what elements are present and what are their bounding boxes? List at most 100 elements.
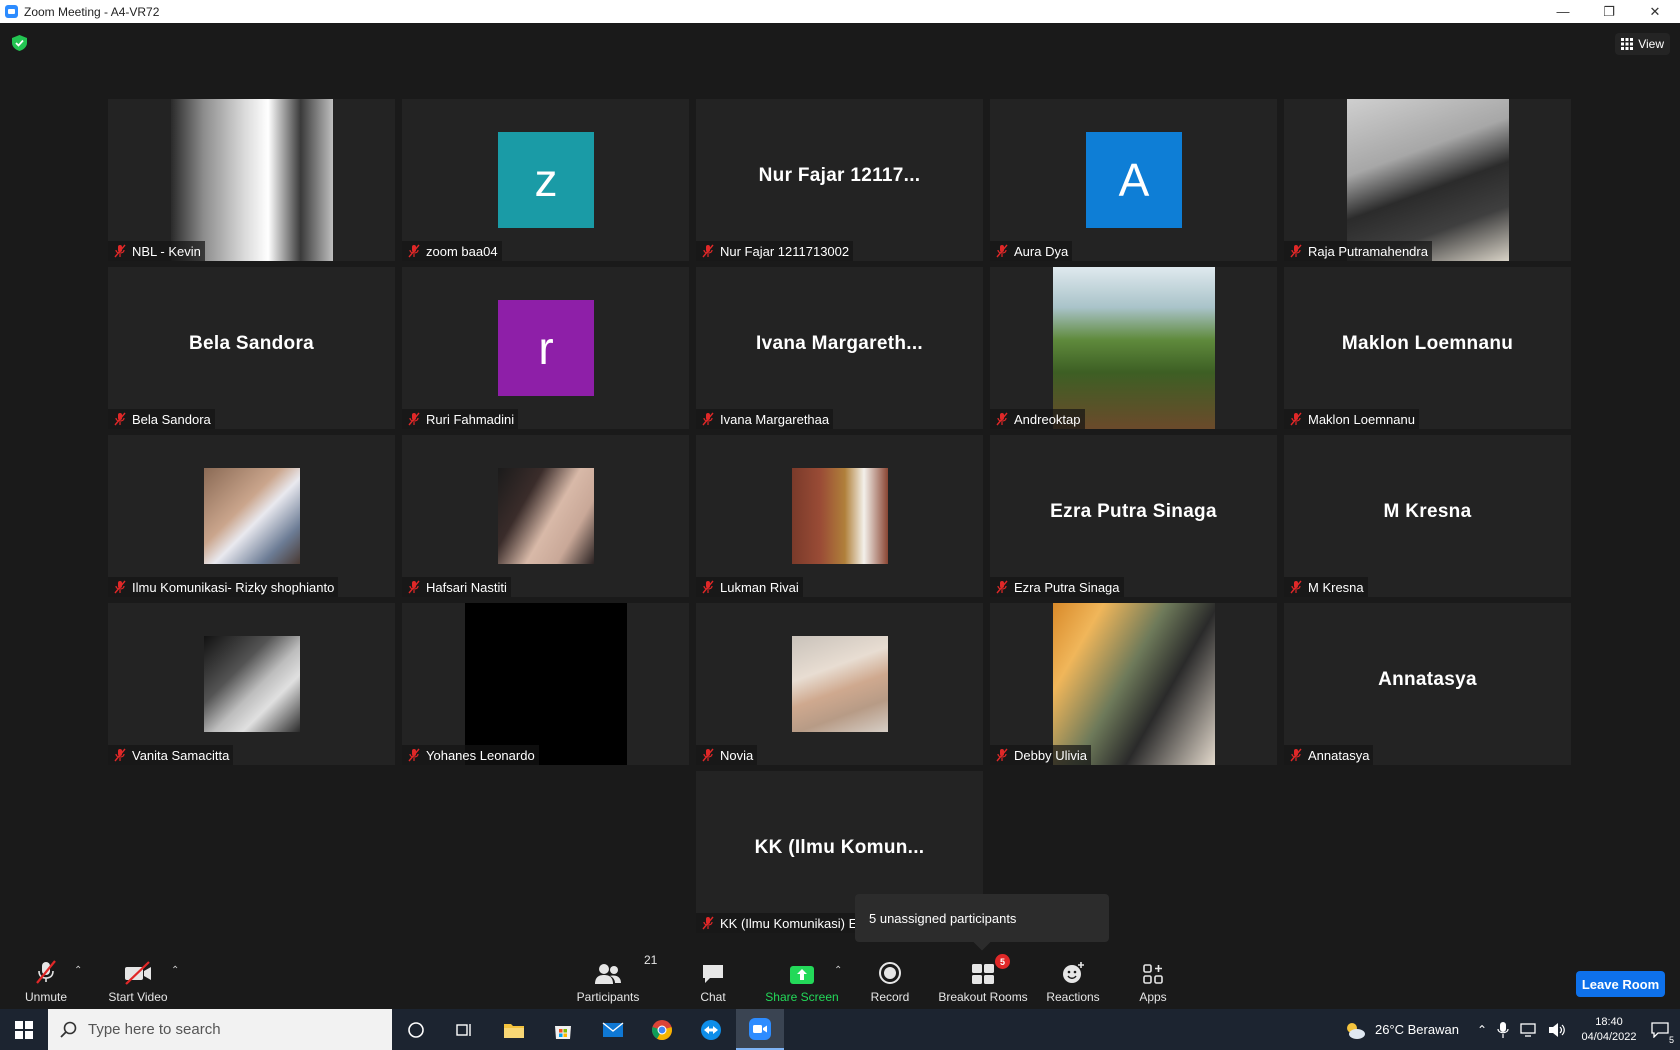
participant-tile[interactable]: A Aura Dya bbox=[990, 99, 1277, 261]
participant-display-name: Nur Fajar 12117... bbox=[758, 165, 921, 186]
participant-tile[interactable]: r Ruri Fahmadini bbox=[402, 267, 689, 429]
taskbar-search-box[interactable]: Type here to search bbox=[48, 1009, 392, 1050]
show-hidden-icons-chevron-icon[interactable]: ⌃ bbox=[1477, 1023, 1487, 1037]
unmute-label: Unmute bbox=[24, 990, 68, 1004]
participant-name-label: Raja Putramahendra bbox=[1284, 241, 1432, 261]
participant-tile[interactable]: Bela Sandora Bela Sandora bbox=[108, 267, 395, 429]
participant-tile[interactable]: Ivana Margareth... Ivana Margarethaa bbox=[696, 267, 983, 429]
leave-room-button[interactable]: Leave Room bbox=[1576, 971, 1665, 997]
mic-muted-icon bbox=[114, 748, 126, 762]
search-icon bbox=[60, 1021, 77, 1038]
mic-muted-icon bbox=[702, 580, 714, 594]
participant-tile[interactable]: Ezra Putra Sinaga Ezra Putra Sinaga bbox=[990, 435, 1277, 597]
participant-name-label: Hafsari Nastiti bbox=[402, 577, 511, 597]
weather-text[interactable]: 26°C Berawan bbox=[1375, 1022, 1459, 1037]
participant-display-name: Annatasya bbox=[1378, 669, 1477, 690]
audio-options-chevron-icon[interactable]: ⌃ bbox=[74, 965, 82, 976]
file-explorer-icon[interactable] bbox=[490, 1009, 538, 1050]
network-icon[interactable] bbox=[1520, 1022, 1538, 1037]
participant-tile[interactable]: Nur Fajar 12117... Nur Fajar 1211713002 bbox=[696, 99, 983, 261]
participant-tile[interactable]: Debby Ulivia bbox=[990, 603, 1277, 765]
participant-tile[interactable]: Annatasya Annatasya bbox=[1284, 603, 1571, 765]
meeting-area: View NBL - Kevin z zoom baa04 Nur Fajar 121… bbox=[0, 23, 1680, 951]
mic-muted-icon bbox=[996, 412, 1008, 426]
participant-tile[interactable]: Maklon Loemnanu Maklon Loemnanu bbox=[1284, 267, 1571, 429]
participant-tile[interactable]: Andreoktap bbox=[990, 267, 1277, 429]
volume-icon[interactable] bbox=[1548, 1022, 1566, 1038]
video-options-chevron-icon[interactable]: ⌃ bbox=[171, 965, 179, 976]
participant-avatar: r bbox=[498, 300, 594, 396]
share-screen-button[interactable]: Share Screen bbox=[764, 959, 840, 1004]
participant-name-label: Novia bbox=[696, 745, 758, 765]
participant-tile[interactable]: NBL - Kevin bbox=[108, 99, 395, 261]
share-screen-icon bbox=[790, 966, 814, 984]
share-options-chevron-icon[interactable]: ⌃ bbox=[834, 965, 842, 976]
participant-name-label: Annatasya bbox=[1284, 745, 1374, 765]
weather-partly-cloudy-icon[interactable] bbox=[1343, 1020, 1367, 1040]
start-button[interactable] bbox=[0, 1009, 48, 1050]
participant-name-label: Maklon Loemnanu bbox=[1284, 409, 1419, 429]
task-view-icon[interactable] bbox=[440, 1009, 488, 1050]
microsoft-store-icon[interactable] bbox=[539, 1009, 587, 1050]
participant-tile[interactable]: Novia bbox=[696, 603, 983, 765]
minimize-button[interactable]: — bbox=[1540, 0, 1586, 23]
participant-name: Aura Dya bbox=[1014, 243, 1069, 259]
participant-avatar: A bbox=[1086, 132, 1182, 228]
chat-button[interactable]: Chat bbox=[694, 959, 732, 1004]
participant-name: Hafsari Nastiti bbox=[426, 579, 507, 595]
participant-tile[interactable]: Ilmu Komunikasi- Rizky shophianto bbox=[108, 435, 395, 597]
close-button[interactable]: ✕ bbox=[1632, 0, 1678, 23]
cortana-icon[interactable] bbox=[392, 1009, 440, 1050]
participant-name: Annatasya bbox=[1308, 747, 1370, 763]
apps-label: Apps bbox=[1139, 990, 1167, 1004]
apps-button[interactable]: Apps bbox=[1138, 959, 1168, 1004]
restore-button[interactable]: ❐ bbox=[1586, 0, 1632, 23]
mic-muted-icon bbox=[408, 412, 420, 426]
mail-icon[interactable] bbox=[589, 1009, 637, 1050]
chrome-icon[interactable] bbox=[638, 1009, 686, 1050]
participant-name-label: Nur Fajar 1211713002 bbox=[696, 241, 854, 261]
mic-muted-icon bbox=[1290, 580, 1302, 594]
participant-tile[interactable]: M Kresna M Kresna bbox=[1284, 435, 1571, 597]
reactions-label: Reactions bbox=[1046, 990, 1100, 1004]
participant-name-label: zoom baa04 bbox=[402, 241, 502, 261]
participant-name-label: NBL - Kevin bbox=[108, 241, 205, 261]
reactions-button[interactable]: Reactions bbox=[1046, 959, 1100, 1004]
participant-tile[interactable]: Hafsari Nastiti bbox=[402, 435, 689, 597]
video-off-icon bbox=[125, 961, 151, 985]
teamviewer-icon[interactable] bbox=[687, 1009, 735, 1050]
record-button[interactable]: Record bbox=[870, 959, 910, 1004]
mic-muted-icon bbox=[996, 580, 1008, 594]
microphone-tray-icon[interactable] bbox=[1497, 1021, 1509, 1038]
mic-muted-icon bbox=[408, 244, 420, 258]
participant-name: Maklon Loemnanu bbox=[1308, 411, 1415, 427]
unmute-button[interactable]: Unmute bbox=[22, 959, 70, 1004]
participants-button[interactable]: 21 Participants bbox=[574, 953, 658, 1004]
participant-name: Yohanes Leonardo bbox=[426, 747, 535, 763]
start-video-button[interactable]: Start Video bbox=[106, 959, 170, 1004]
grid-view-icon bbox=[1621, 38, 1634, 50]
breakout-rooms-button[interactable]: 5 Breakout Rooms bbox=[937, 954, 1029, 1004]
taskbar-clock[interactable]: 18:40 04/04/2022 bbox=[1578, 1015, 1640, 1045]
participant-name-label: Ilmu Komunikasi- Rizky shophianto bbox=[108, 577, 339, 597]
participant-tile[interactable]: Vanita Samacitta bbox=[108, 603, 395, 765]
unassigned-participants-tooltip: 5 unassigned participants bbox=[855, 894, 1109, 951]
participant-tile[interactable]: Lukman Rivai bbox=[696, 435, 983, 597]
security-shield-icon[interactable] bbox=[12, 35, 27, 51]
participant-video bbox=[792, 468, 888, 564]
action-center-button[interactable]: 5 bbox=[1640, 1009, 1680, 1050]
microphone-muted-icon bbox=[36, 960, 56, 984]
participant-name-label: Ivana Margarethaa bbox=[696, 409, 834, 429]
mic-muted-icon bbox=[114, 412, 126, 426]
participant-display-name: M Kresna bbox=[1383, 501, 1472, 522]
breakout-rooms-label: Breakout Rooms bbox=[938, 990, 1028, 1004]
participant-tile[interactable]: Yohanes Leonardo bbox=[402, 603, 689, 765]
zoom-taskbar-icon[interactable] bbox=[736, 1009, 784, 1050]
participant-name-label: Lukman Rivai bbox=[696, 577, 803, 597]
participant-tile[interactable]: Raja Putramahendra bbox=[1284, 99, 1571, 261]
participant-tile[interactable]: z zoom baa04 bbox=[402, 99, 689, 261]
chat-icon bbox=[703, 965, 723, 983]
participant-video bbox=[1347, 99, 1509, 261]
view-button[interactable]: View bbox=[1615, 33, 1670, 55]
participant-name-label: Ruri Fahmadini bbox=[402, 409, 519, 429]
